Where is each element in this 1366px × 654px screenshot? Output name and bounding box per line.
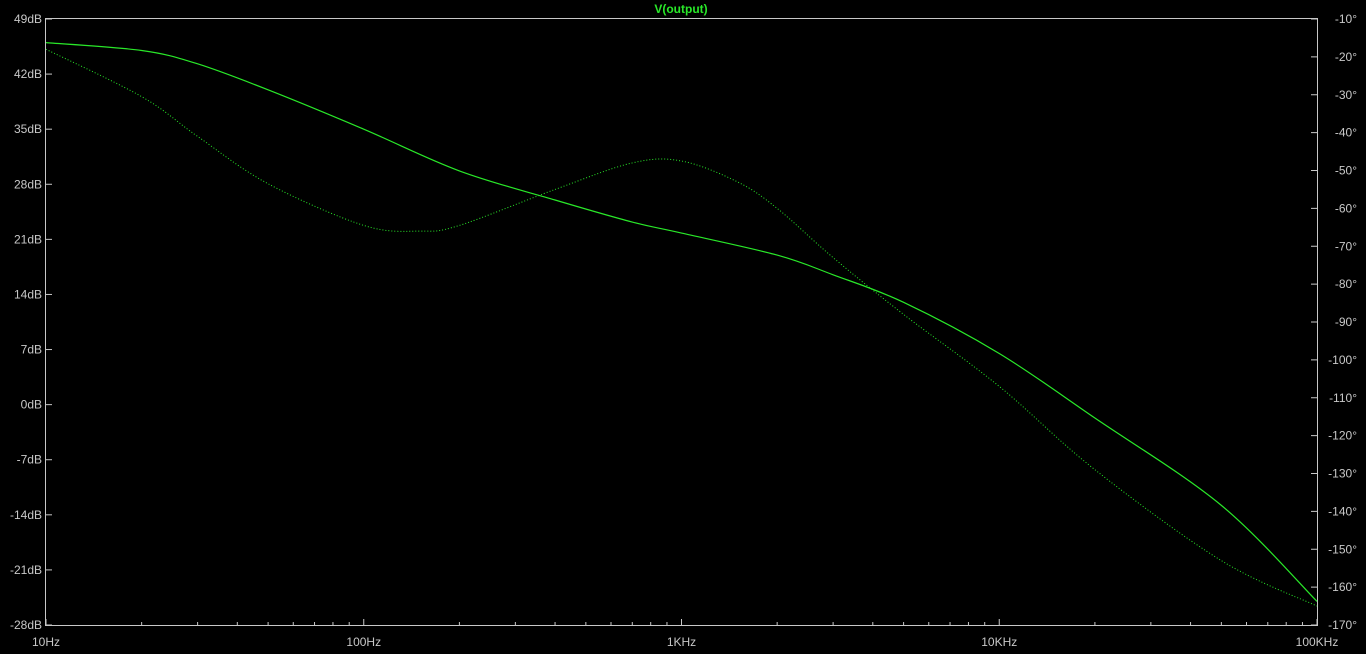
y-right-tick-label: -150° — [1328, 542, 1357, 556]
phase-trace — [45, 48, 1318, 607]
y-left-tick-label: 14dB — [14, 287, 42, 301]
y-left-tick-label: -28dB — [10, 618, 42, 632]
x-tick-label: 1KHz — [667, 635, 696, 649]
plot-frame — [45, 18, 1318, 626]
y-right-tick-label: -80° — [1335, 277, 1357, 291]
x-tick-label: 10KHz — [981, 635, 1017, 649]
x-tick-label: 100Hz — [346, 635, 381, 649]
y-right-tick-label: -120° — [1328, 429, 1357, 443]
traces — [45, 42, 1318, 607]
y-right-tick-label: -50° — [1335, 164, 1357, 178]
chart-title: V(output) — [654, 2, 707, 16]
y-left-tick-label: 0dB — [21, 398, 42, 412]
magnitude-trace — [45, 42, 1318, 602]
y-left-tick-label: 42dB — [14, 67, 42, 81]
y-right-tick-label: -140° — [1328, 504, 1357, 518]
y-right-tick-label: -20° — [1335, 50, 1357, 64]
y-right-tick-label: -30° — [1335, 88, 1357, 102]
y-right-tick-label: -60° — [1335, 201, 1357, 215]
x-tick-label: 10Hz — [32, 635, 60, 649]
y-right-tick-label: -40° — [1335, 126, 1357, 140]
y-right-tick-label: -160° — [1328, 580, 1357, 594]
y-right-tick-label: -100° — [1328, 353, 1357, 367]
y-right-tick-label: -70° — [1335, 239, 1357, 253]
y-right-tick-label: -170° — [1328, 618, 1357, 632]
y-left-tick-label: 28dB — [14, 177, 42, 191]
y-right-tick-label: -10° — [1335, 12, 1357, 26]
y-right-tick-label: -90° — [1335, 315, 1357, 329]
y-left-tick-label: -14dB — [10, 508, 42, 522]
x-tick-label: 100KHz — [1296, 635, 1339, 649]
y-left-tick-label: -21dB — [10, 563, 42, 577]
y-left-tick-label: 35dB — [14, 122, 42, 136]
y-left-tick-label: 49dB — [14, 12, 42, 26]
y-right-tick-label: -130° — [1328, 467, 1357, 481]
x-axis: 10Hz 100Hz 1KHz 10KHz 100KHz — [32, 619, 1338, 649]
y-left-tick-label: 21dB — [14, 232, 42, 246]
y-left-tick-label: -7dB — [17, 453, 42, 467]
y-right-tick-label: -110° — [1329, 391, 1357, 405]
y-left-tick-label: 7dB — [21, 343, 42, 357]
bode-plot: V(output) 10Hz 100Hz 1KHz 10KHz 100KHz 49dB 4… — [10, 2, 1357, 649]
